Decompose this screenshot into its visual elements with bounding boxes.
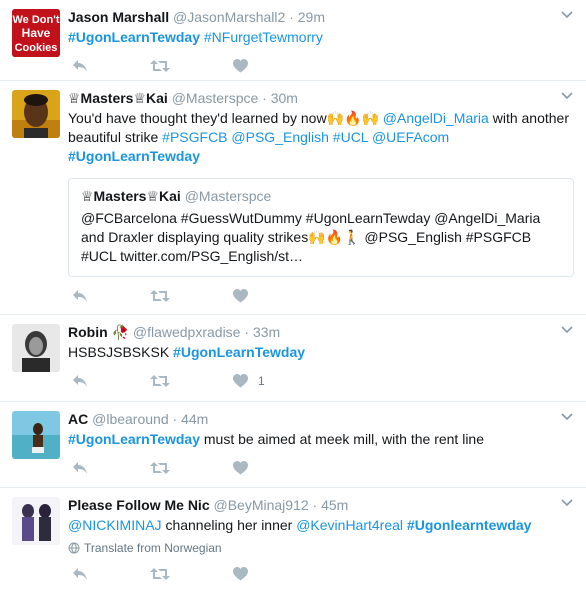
reply-icon[interactable] bbox=[72, 289, 88, 303]
chevron-down-icon[interactable] bbox=[560, 410, 574, 424]
reply-icon[interactable] bbox=[72, 374, 88, 388]
handle[interactable]: @JasonMarshall2 bbox=[173, 9, 285, 25]
globe-icon bbox=[68, 542, 80, 554]
tweet-actions bbox=[68, 555, 574, 593]
tweet-text-segment: You'd have thought they'd learned by now… bbox=[68, 110, 383, 126]
tweet-actions bbox=[68, 449, 574, 487]
separator-dot: · bbox=[244, 324, 250, 340]
avatar-text-line: We Don't bbox=[12, 14, 59, 26]
timestamp[interactable]: 45m bbox=[321, 497, 348, 513]
hashtag-link[interactable]: #UCL bbox=[333, 129, 368, 145]
tweet-text-segment: must be aimed at meek mill, with the ren… bbox=[200, 431, 485, 447]
separator-dot: · bbox=[172, 411, 178, 427]
like-button[interactable]: 1 bbox=[233, 374, 265, 388]
chevron-down-icon[interactable] bbox=[560, 8, 574, 22]
tweet-text: You'd have thought they'd learned by now… bbox=[68, 109, 574, 166]
avatar-text-line: Cookies bbox=[15, 42, 58, 54]
retweet-icon[interactable] bbox=[150, 567, 170, 581]
timestamp[interactable]: 29m bbox=[298, 9, 325, 25]
retweet-icon[interactable] bbox=[150, 461, 170, 475]
chevron-down-icon[interactable] bbox=[560, 323, 574, 337]
separator-dot: · bbox=[262, 90, 267, 106]
mention-link[interactable]: @KevinHart4real bbox=[296, 517, 403, 533]
avatar[interactable] bbox=[12, 324, 60, 372]
hashtag-link[interactable]: #UgonLearnTewday bbox=[68, 431, 200, 447]
display-name[interactable]: AC bbox=[68, 411, 88, 427]
hashtag-link[interactable]: #PSGFCB bbox=[162, 129, 227, 145]
retweet-icon[interactable] bbox=[150, 289, 170, 303]
timestamp[interactable]: 30m bbox=[271, 90, 298, 106]
tweet-actions bbox=[68, 47, 574, 85]
translate-link[interactable]: Translate from Norwegian bbox=[68, 541, 574, 555]
tweet[interactable]: Please Follow Me Nic @BeyMinaj912 · 45m … bbox=[0, 488, 586, 607]
hashtag-link[interactable]: #Ugonlearntewday bbox=[407, 517, 531, 533]
heart-icon bbox=[233, 374, 248, 388]
display-name[interactable]: Please Follow Me Nic bbox=[68, 497, 210, 513]
display-name[interactable]: ♕Masters♕Kai bbox=[68, 90, 168, 106]
hashtag-link[interactable]: #UgonLearnTewday bbox=[68, 29, 200, 45]
chevron-down-icon[interactable] bbox=[560, 89, 574, 103]
mention-link[interactable]: @PSG_English bbox=[231, 129, 328, 145]
hashtag-link[interactable]: #NFurgetTewmorry bbox=[204, 29, 323, 45]
hashtag-link[interactable]: #UgonLearnTewday bbox=[68, 148, 200, 164]
tweet[interactable]: Robin 🥀 @flawedpxradise · 33m HSBSJSBSKS… bbox=[0, 315, 586, 402]
name-emoji: 🥀 bbox=[111, 324, 129, 340]
display-name[interactable]: Robin bbox=[68, 324, 108, 340]
reply-icon[interactable] bbox=[72, 59, 88, 73]
like-count: 1 bbox=[258, 374, 265, 388]
avatar[interactable] bbox=[12, 411, 60, 459]
hashtag-link[interactable]: #UgonLearnTewday bbox=[173, 344, 305, 360]
tweet-text: #UgonLearnTewday #NFurgetTewmorry bbox=[68, 28, 574, 47]
avatar-text-line: Have bbox=[22, 26, 51, 40]
reply-icon[interactable] bbox=[72, 567, 88, 581]
tweet-text: @NICKIMINAJ channeling her inner @KevinH… bbox=[68, 516, 574, 535]
tweet[interactable]: AC @lbearound · 44m #UgonLearnTewday mus… bbox=[0, 402, 586, 488]
translate-label: Translate from Norwegian bbox=[84, 541, 222, 555]
reply-icon[interactable] bbox=[72, 461, 88, 475]
avatar[interactable] bbox=[12, 497, 60, 545]
display-name[interactable]: Jason Marshall bbox=[68, 9, 169, 25]
avatar[interactable]: We Don't Have Cookies bbox=[12, 9, 60, 57]
avatar[interactable] bbox=[12, 90, 60, 138]
tweet-text: #UgonLearnTewday must be aimed at meek m… bbox=[68, 430, 574, 449]
heart-icon[interactable] bbox=[233, 567, 248, 581]
separator-dot: · bbox=[312, 497, 318, 513]
heart-icon[interactable] bbox=[233, 59, 248, 73]
tweet-text-segment: HSBSJSBSKSK bbox=[68, 344, 174, 360]
tweet[interactable]: ♕Masters♕Kai @Masterspce · 30m You'd hav… bbox=[0, 81, 586, 315]
chevron-down-icon[interactable] bbox=[560, 496, 574, 510]
separator-dot: · bbox=[289, 9, 294, 25]
timestamp[interactable]: 33m bbox=[253, 324, 280, 340]
tweet-actions bbox=[68, 277, 574, 315]
handle[interactable]: @lbearound bbox=[92, 411, 169, 427]
mention-link[interactable]: @NICKIMINAJ bbox=[68, 517, 162, 533]
tweet-actions: 1 bbox=[68, 362, 574, 400]
heart-icon[interactable] bbox=[233, 289, 248, 303]
tweet-text: HSBSJSBSKSK #UgonLearnTewday bbox=[68, 343, 574, 362]
quoted-tweet[interactable]: ♕Masters♕Kai @Masterspce @FCBarcelona #G… bbox=[68, 178, 574, 277]
handle[interactable]: @Masterspce bbox=[172, 90, 259, 106]
timestamp[interactable]: 44m bbox=[181, 411, 208, 427]
quoted-tweet-text: @FCBarcelona #GuessWutDummy #UgonLearnTe… bbox=[81, 210, 541, 264]
tweet-text-segment: channeling her inner bbox=[161, 517, 297, 533]
mention-link[interactable]: @UEFAcom bbox=[372, 129, 449, 145]
handle[interactable]: @BeyMinaj912 bbox=[214, 497, 309, 513]
quoted-handle: @Masterspce bbox=[184, 188, 272, 204]
retweet-icon[interactable] bbox=[150, 59, 170, 73]
handle[interactable]: @flawedpxradise bbox=[133, 324, 241, 340]
quoted-display-name: ♕Masters♕Kai bbox=[81, 188, 181, 204]
tweet[interactable]: We Don't Have Cookies Jason Marshall @Ja… bbox=[0, 0, 586, 81]
mention-link[interactable]: @AngelDi_Maria bbox=[383, 110, 489, 126]
heart-icon[interactable] bbox=[233, 461, 248, 475]
retweet-icon[interactable] bbox=[150, 374, 170, 388]
